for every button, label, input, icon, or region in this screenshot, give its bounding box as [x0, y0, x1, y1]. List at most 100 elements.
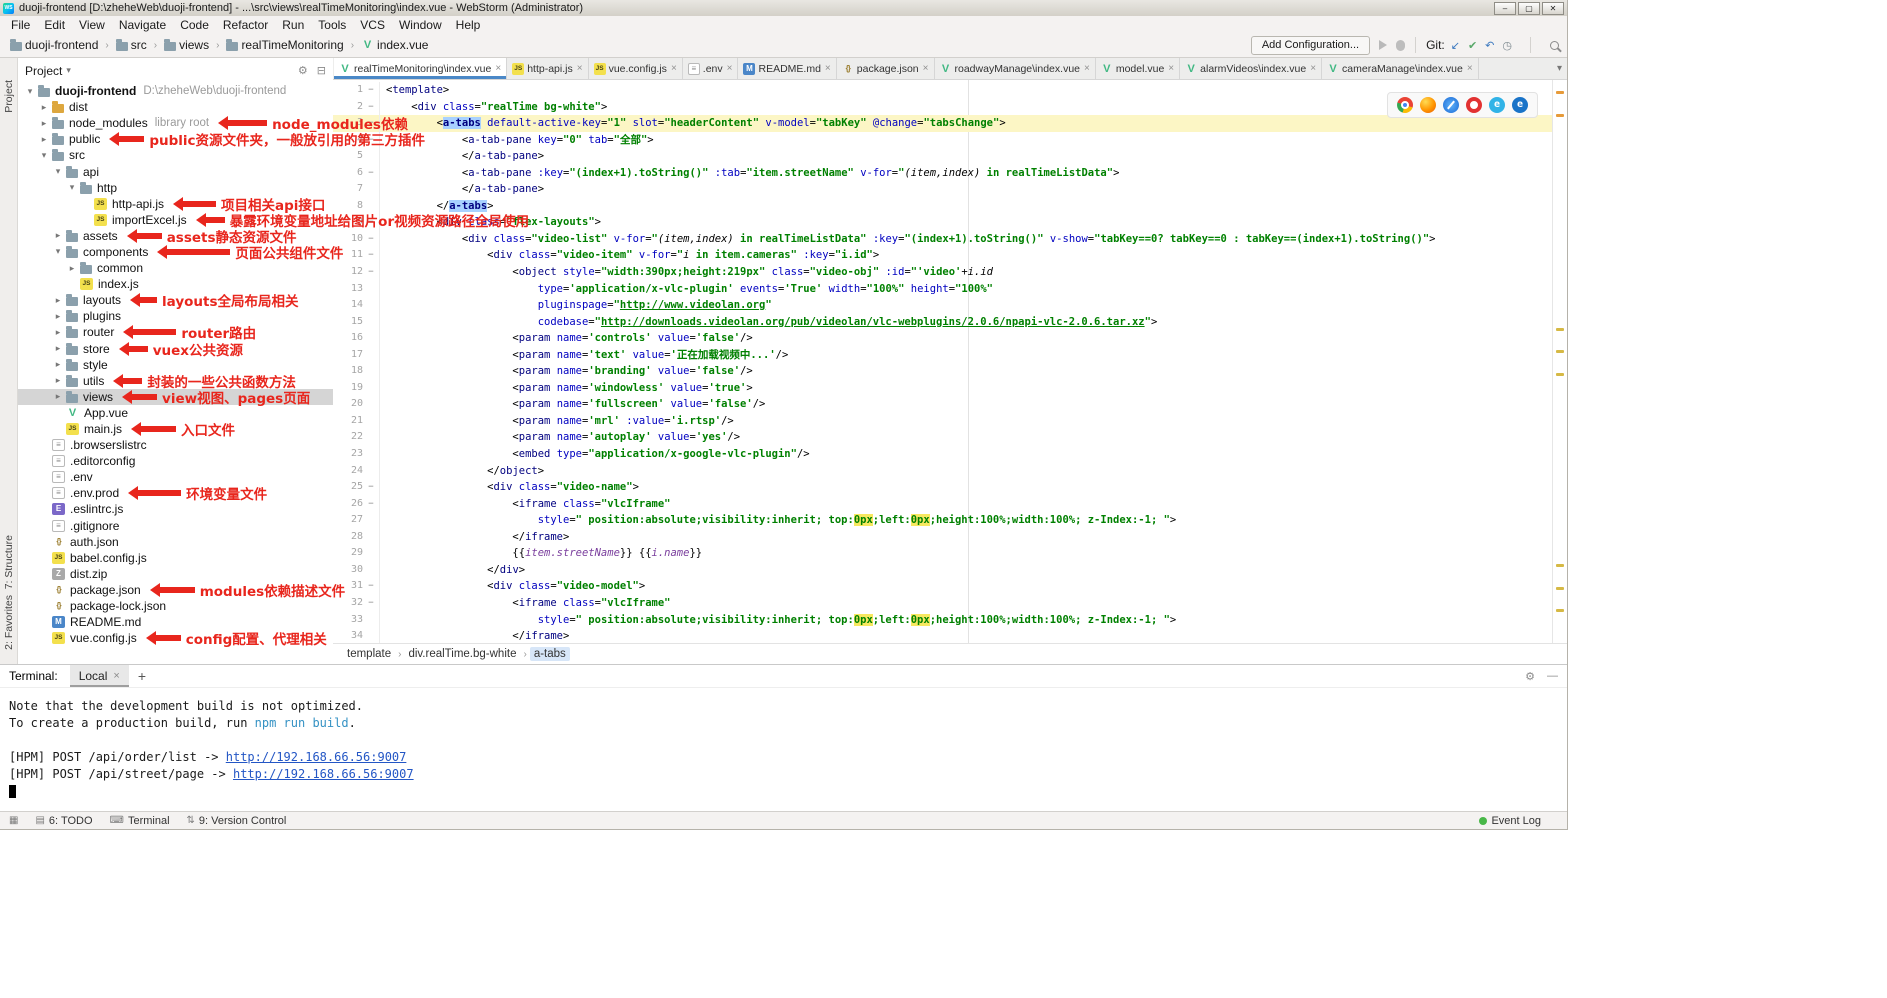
close-icon[interactable]: × [671, 63, 677, 74]
chevron-right-icon[interactable]: ▸ [38, 118, 50, 129]
ie-icon[interactable]: e [1489, 97, 1505, 113]
fold-icon[interactable]: − [363, 165, 380, 182]
search-everywhere-icon[interactable] [1550, 41, 1559, 50]
chevron-down-icon[interactable]: ▾ [66, 65, 71, 76]
tree-item-browserslistrc[interactable]: ≡.browserslistrc [18, 437, 333, 453]
editor-tab-roadwaymanage-index-vue[interactable]: VroadwayManage\index.vue× [935, 58, 1096, 79]
editor-tab-alarmvideos-index-vue[interactable]: ValarmVideos\index.vue× [1180, 58, 1322, 79]
minimize-panel-icon[interactable]: — [1547, 670, 1558, 682]
tree-item-main-js[interactable]: JSmain.js入口文件 [18, 421, 333, 437]
menu-navigate[interactable]: Navigate [112, 18, 173, 32]
fold-icon[interactable]: − [363, 595, 380, 612]
stripe-mark[interactable] [1556, 350, 1564, 353]
menu-edit[interactable]: Edit [37, 18, 72, 32]
close-icon[interactable]: × [727, 63, 733, 74]
close-icon[interactable]: × [1084, 63, 1090, 74]
fold-icon[interactable]: − [363, 578, 380, 595]
editor-crumb-a-tabs[interactable]: a-tabs [530, 647, 570, 661]
editor-tab-cameramanage-index-vue[interactable]: VcameraManage\index.vue× [1322, 58, 1479, 79]
menu-code[interactable]: Code [173, 18, 216, 32]
close-icon[interactable]: × [113, 670, 119, 682]
chevron-right-icon[interactable]: ▸ [52, 230, 64, 241]
menu-refactor[interactable]: Refactor [216, 18, 275, 32]
git-history-icon[interactable]: ◷ [1502, 39, 1512, 52]
settings-icon[interactable]: ⚙ [298, 64, 308, 77]
editor-tab-package-json[interactable]: {}package.json× [837, 58, 935, 79]
close-icon[interactable]: × [577, 63, 583, 74]
firefox-icon[interactable] [1420, 97, 1436, 113]
tree-item-vue-config-js[interactable]: JSvue.config.jsconfig配置、代理相关 [18, 630, 333, 646]
edge-icon[interactable]: e [1512, 97, 1528, 113]
close-icon[interactable]: × [923, 63, 929, 74]
stripe-mark[interactable] [1556, 91, 1564, 94]
chevron-right-icon[interactable]: ▸ [52, 327, 64, 338]
statusbar-vcs-icon9-version-control[interactable]: ⇅9: Version Control [187, 815, 287, 827]
tree-item-store[interactable]: ▸storevuex公共资源 [18, 341, 333, 357]
tree-item-env-prod[interactable]: ≡.env.prod环境变量文件 [18, 485, 333, 501]
chevron-right-icon[interactable]: ▸ [52, 343, 64, 354]
chevron-right-icon[interactable]: ▸ [52, 359, 64, 370]
editor-tab-env[interactable]: ≡.env× [683, 58, 739, 79]
statusbar-event-log[interactable]: Event Log [1479, 815, 1541, 827]
breadcrumb-item-src[interactable]: src [114, 38, 147, 52]
maximize-button[interactable]: ▢ [1518, 2, 1540, 15]
git-rollback-icon[interactable]: ↶ [1485, 39, 1494, 52]
editor-tab-realtimemonitoring-index-vue[interactable]: VrealTimeMonitoring\index.vue× [334, 58, 507, 79]
tool-button-project[interactable]: Project [3, 80, 15, 113]
tree-item-public[interactable]: ▸publicpublic资源文件夹，一般放引用的第三方插件 [18, 131, 333, 147]
tool-button-7-structure[interactable]: 7: Structure [3, 535, 15, 589]
chevron-down-icon[interactable]: ▾ [52, 166, 64, 177]
editor-tab-vue-config-js[interactable]: JSvue.config.js× [589, 58, 683, 79]
tree-item-eslintrc-js[interactable]: E.eslintrc.js [18, 501, 333, 517]
statusbar-grid-icon[interactable]: ▦ [9, 815, 18, 826]
menu-tools[interactable]: Tools [311, 18, 353, 32]
chevron-down-icon[interactable]: ▾ [66, 182, 78, 193]
chevron-down-icon[interactable]: ▾ [38, 150, 50, 161]
close-icon[interactable]: × [1168, 63, 1174, 74]
chevron-right-icon[interactable]: ▸ [52, 375, 64, 386]
close-icon[interactable]: × [825, 63, 831, 74]
stripe-mark[interactable] [1556, 373, 1564, 376]
stripe-mark[interactable] [1556, 114, 1564, 117]
breadcrumb-item-index-vue[interactable]: Vindex.vue [359, 38, 428, 52]
close-icon[interactable]: × [1467, 63, 1473, 74]
tree-item-package-lock-json[interactable]: {}package-lock.json [18, 598, 333, 614]
error-stripe[interactable] [1552, 80, 1567, 643]
fold-icon[interactable]: − [363, 479, 380, 496]
debug-icon[interactable] [1396, 40, 1405, 51]
tree-item-babel-config-js[interactable]: JSbabel.config.js [18, 550, 333, 566]
tree-item-auth-json[interactable]: {}auth.json [18, 534, 333, 550]
tree-item-duoji-frontend[interactable]: ▾duoji-frontendD:\zheheWeb\duoji-fronten… [18, 83, 333, 99]
menu-run[interactable]: Run [275, 18, 311, 32]
menu-file[interactable]: File [4, 18, 37, 32]
project-panel-title[interactable]: Project [25, 64, 62, 78]
editor-crumb-template[interactable]: template [343, 647, 395, 661]
opera-icon[interactable] [1466, 97, 1482, 113]
terminal-settings-icon[interactable]: ⚙ [1525, 670, 1535, 683]
chevron-right-icon[interactable]: ▸ [38, 102, 50, 113]
editor-tab-http-api-js[interactable]: JShttp-api.js× [507, 58, 588, 79]
fold-icon[interactable]: − [363, 247, 380, 264]
tool-button-2-favorites[interactable]: 2: Favorites [3, 595, 15, 650]
collapse-all-icon[interactable]: ⊟ [317, 64, 326, 77]
add-configuration-button[interactable]: Add Configuration... [1251, 36, 1370, 55]
menu-window[interactable]: Window [392, 18, 449, 32]
git-update-icon[interactable]: ↙ [1451, 39, 1460, 52]
title-bar[interactable]: WS duoji-frontend [D:\zheheWeb\duoji-fro… [0, 0, 1567, 16]
git-commit-icon[interactable]: ✔ [1468, 39, 1477, 52]
stripe-mark[interactable] [1556, 609, 1564, 612]
close-button[interactable]: ✕ [1542, 2, 1564, 15]
code-editor[interactable]: 1−<template>2− <div class="realTime bg-w… [333, 80, 1552, 643]
tree-item-gitignore[interactable]: ≡.gitignore [18, 518, 333, 534]
tree-item-src[interactable]: ▾src [18, 147, 333, 163]
minimize-button[interactable]: – [1494, 2, 1516, 15]
fold-icon[interactable]: − [363, 82, 380, 99]
new-terminal-icon[interactable]: + [138, 668, 146, 684]
statusbar-todo-icon6-todo[interactable]: ▤6: TODO [35, 815, 92, 827]
chevron-down-icon[interactable]: ▾ [24, 86, 36, 97]
chevron-right-icon[interactable]: ▸ [38, 134, 50, 145]
chevron-right-icon[interactable]: ▸ [52, 295, 64, 306]
hidden-tabs-icon[interactable]: ▾ [1552, 58, 1567, 79]
chrome-icon[interactable] [1397, 97, 1413, 113]
tree-item-api[interactable]: ▾api [18, 163, 333, 179]
